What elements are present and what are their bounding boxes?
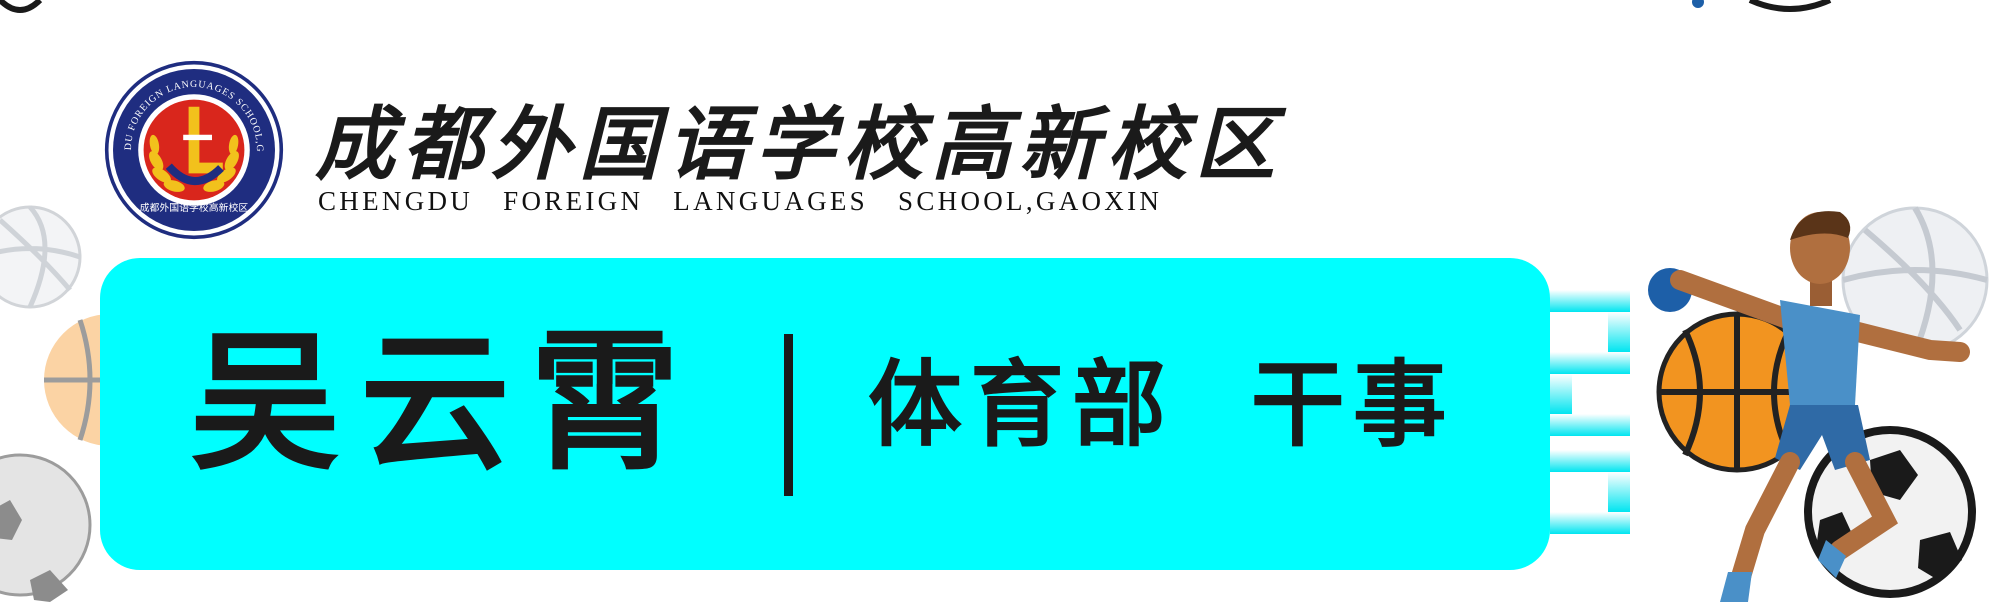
handball-player-icon	[1648, 211, 1970, 602]
soccer-ball-icon	[0, 453, 92, 602]
person-name: 吴云霄	[190, 315, 701, 491]
top-left-ball-fragment	[0, 0, 43, 13]
top-right-ball-fragment	[1692, 0, 1832, 12]
volleyball-icon	[0, 205, 82, 309]
person-role: 体育部 干事	[868, 350, 1455, 460]
banner-divider	[784, 334, 793, 496]
school-name-english: CHENGDU FOREIGN LANGUAGES SCHOOL,GAOXIN	[318, 186, 1163, 216]
school-logo-icon: CHENGDU FOREIGN LANGUAGES SCHOOL,GAOXIN …	[100, 52, 284, 240]
school-name-chinese: 成都外国语学校高新校区	[315, 97, 1283, 191]
logo-bottom-text: 成都外国语学校高新校区	[140, 201, 249, 214]
